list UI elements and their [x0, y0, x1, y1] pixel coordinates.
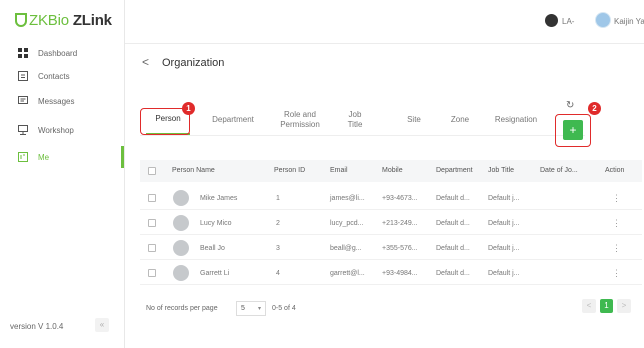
- table-row[interactable]: Beall Jo 3 beall@g... +355-576... Defaul…: [140, 236, 642, 260]
- cell-person-name: Beall Jo: [200, 245, 225, 252]
- grid-icon: [18, 48, 28, 58]
- logo-brand: ZKBio: [29, 11, 69, 29]
- col-email[interactable]: Email: [330, 167, 348, 174]
- tab-divider: [140, 135, 585, 136]
- app-logo[interactable]: ZKBio ZLink: [15, 10, 112, 30]
- row-checkbox[interactable]: [148, 269, 156, 277]
- cell-department: Default d...: [436, 220, 470, 227]
- page-range-label: 0-5 of 4: [272, 305, 296, 312]
- cell-job-title: Default j...: [488, 245, 520, 252]
- tab-department[interactable]: Department: [204, 105, 262, 135]
- me-icon: [18, 152, 28, 162]
- cell-email: beall@g...: [330, 245, 362, 252]
- more-actions-icon[interactable]: ⋮: [612, 268, 621, 279]
- sidebar-item-label: Messages: [38, 96, 75, 106]
- person-avatar: [173, 215, 189, 231]
- col-person-name[interactable]: Person Name: [172, 167, 215, 174]
- table-row[interactable]: Garrett Li 4 garrett@l... +93-4984... De…: [140, 261, 642, 285]
- refresh-icon[interactable]: ↻: [566, 100, 574, 111]
- page-1-button[interactable]: 1: [600, 299, 613, 313]
- sidebar-item-label: Contacts: [38, 71, 70, 81]
- col-mobile[interactable]: Mobile: [382, 167, 403, 174]
- more-actions-icon[interactable]: ⋮: [612, 218, 621, 229]
- cell-job-title: Default j...: [488, 195, 520, 202]
- sidebar-item-messages[interactable]: Messages: [0, 90, 124, 112]
- page-size-select[interactable]: 5 ▾: [236, 301, 266, 316]
- cell-email: garrett@l...: [330, 270, 365, 277]
- add-person-button[interactable]: +: [563, 120, 583, 140]
- cell-email: james@li...: [330, 195, 365, 202]
- row-checkbox[interactable]: [148, 244, 156, 252]
- user-menu[interactable]: Kaijin Yang-: [614, 17, 644, 26]
- tab-role-permission[interactable]: Role and Permission: [272, 105, 328, 135]
- sidebar-item-workshop[interactable]: Workshop: [0, 119, 124, 141]
- tab-zone[interactable]: Zone: [446, 105, 474, 135]
- cell-job-title: Default j...: [488, 220, 520, 227]
- tab-site[interactable]: Site: [402, 105, 426, 135]
- sidebar: ZKBio ZLink Dashboard Contacts Messages …: [0, 0, 125, 348]
- person-avatar: [173, 265, 189, 281]
- col-person-id[interactable]: Person ID: [274, 167, 305, 174]
- sidebar-item-label: Dashboard: [38, 48, 78, 58]
- collapse-sidebar-button[interactable]: «: [95, 318, 109, 332]
- person-avatar: [173, 240, 189, 256]
- language-globe-icon[interactable]: [545, 14, 558, 27]
- cell-person-id: 1: [276, 195, 280, 202]
- cell-mobile: +93-4984...: [382, 270, 418, 277]
- annotation-badge-1: 1: [182, 102, 195, 115]
- cell-mobile: +213-249...: [382, 220, 418, 227]
- table-row[interactable]: Lucy Mico 2 lucy_pcd... +213-249... Defa…: [140, 211, 642, 235]
- row-checkbox[interactable]: [148, 194, 156, 202]
- cell-person-name: Lucy Mico: [200, 220, 232, 227]
- sidebar-item-contacts[interactable]: Contacts: [0, 65, 124, 87]
- cell-person-id: 4: [276, 270, 280, 277]
- more-actions-icon[interactable]: ⋮: [612, 243, 621, 254]
- table-row[interactable]: Mike James 1 james@li... +93-4673... Def…: [140, 186, 642, 210]
- back-button[interactable]: <: [142, 55, 149, 69]
- col-action: Action: [605, 167, 625, 174]
- top-header: LA- Kaijin Yang-: [125, 0, 644, 44]
- logo-product: ZLink: [72, 11, 112, 29]
- cell-mobile: +355-576...: [382, 245, 418, 252]
- cell-job-title: Default j...: [488, 270, 520, 277]
- sidebar-item-dashboard[interactable]: Dashboard: [0, 42, 124, 64]
- sidebar-item-label: Workshop: [38, 125, 74, 135]
- records-per-page-label: No of records per page: [146, 305, 218, 312]
- cell-person-id: 2: [276, 220, 280, 227]
- workshop-icon: [18, 125, 28, 135]
- annotation-badge-2: 2: [588, 102, 601, 115]
- cell-department: Default d...: [436, 195, 470, 202]
- col-department[interactable]: Department: [436, 167, 473, 174]
- col-job-title[interactable]: Job Title: [488, 167, 514, 174]
- sidebar-item-label: Me: [38, 152, 50, 162]
- cell-email: lucy_pcd...: [330, 220, 364, 227]
- page-title: Organization: [162, 57, 225, 69]
- more-actions-icon[interactable]: ⋮: [612, 193, 621, 204]
- logo-shield-icon: [15, 13, 27, 27]
- table-header: Person Name Person ID Email Mobile Depar…: [140, 160, 642, 182]
- tab-resignation[interactable]: Resignation: [490, 105, 542, 135]
- contacts-icon: [18, 71, 28, 81]
- cell-person-id: 3: [276, 245, 280, 252]
- cell-department: Default d...: [436, 270, 470, 277]
- chevron-down-icon: ▾: [257, 306, 261, 312]
- cell-person-name: Mike James: [200, 195, 238, 202]
- page-size-value: 5: [241, 305, 245, 312]
- row-checkbox[interactable]: [148, 219, 156, 227]
- select-all-checkbox[interactable]: [148, 167, 156, 175]
- version-label: version V 1.0.4: [10, 322, 64, 331]
- cell-department: Default d...: [436, 245, 470, 252]
- previous-page-button[interactable]: <: [582, 299, 596, 313]
- next-page-button[interactable]: >: [617, 299, 631, 313]
- message-icon: [18, 96, 28, 106]
- cell-person-name: Garrett Li: [200, 270, 230, 277]
- language-selector[interactable]: LA-: [562, 17, 574, 26]
- cell-mobile: +93-4673...: [382, 195, 418, 202]
- col-date-of-joining[interactable]: Date of Jo...: [540, 167, 578, 174]
- person-avatar: [173, 190, 189, 206]
- user-avatar[interactable]: [595, 12, 611, 28]
- sidebar-item-me[interactable]: Me: [0, 146, 124, 168]
- tab-job-title[interactable]: Job Title: [340, 105, 370, 135]
